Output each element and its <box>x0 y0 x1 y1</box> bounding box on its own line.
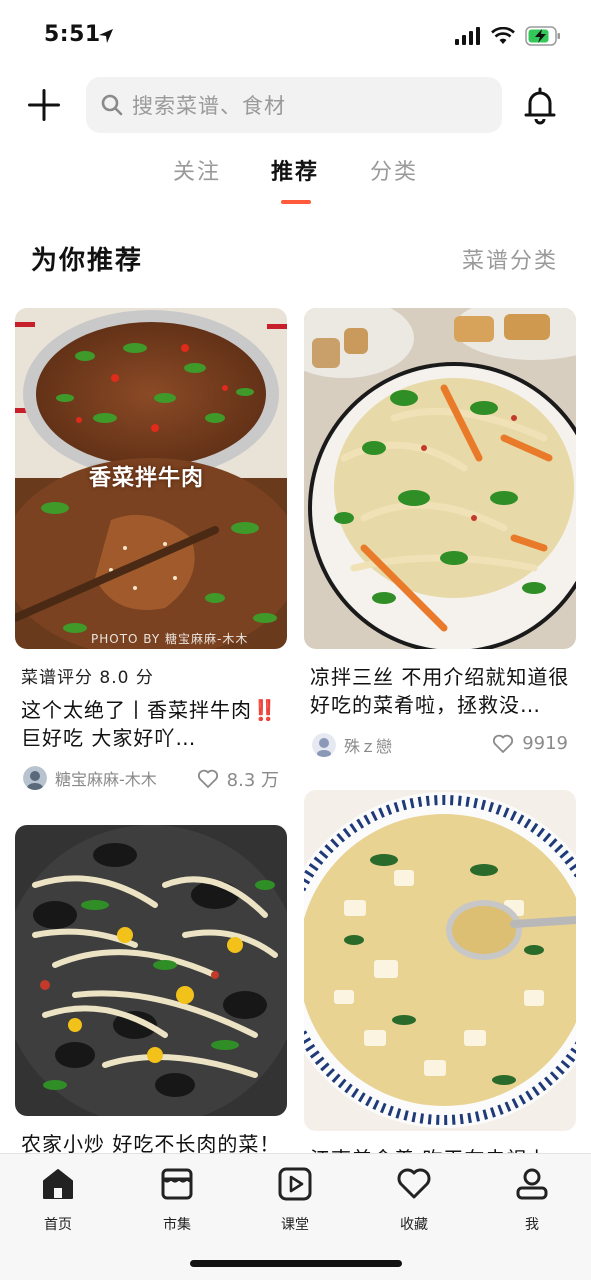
recipe-meta: 糖宝麻麻-木木 8.3 万 <box>23 764 287 792</box>
status-bar: 5:51 <box>0 0 591 70</box>
author-avatar[interactable] <box>312 733 336 757</box>
section-title: 为你推荐 <box>31 246 144 276</box>
play-icon <box>278 1167 312 1201</box>
heart-icon <box>397 1168 431 1199</box>
recipe-card[interactable]: 农家小炒 好吃不长肉的菜！ <box>15 825 287 1158</box>
tab-follow[interactable]: 关注 <box>173 154 221 186</box>
search-placeholder: 搜索菜谱、食材 <box>132 94 286 118</box>
author-name[interactable]: 糖宝麻麻-木木 <box>55 766 157 790</box>
add-button[interactable] <box>26 87 62 123</box>
search-icon <box>101 94 123 116</box>
wifi-icon <box>491 27 515 44</box>
author-avatar[interactable] <box>23 766 47 790</box>
nav-label: 课堂 <box>281 1217 309 1233</box>
like-count[interactable]: 8.3 万 <box>197 766 279 792</box>
like-count[interactable]: 9919 <box>492 733 568 754</box>
nav-label: 首页 <box>44 1217 72 1233</box>
recipe-card[interactable]: 香菜拌牛肉 PHOTO BY 糖宝麻麻-木木 菜谱评分 8.0 分 这个太绝了丨… <box>15 308 287 792</box>
recipe-image <box>15 825 287 1116</box>
recipe-category-link[interactable]: 菜谱分类 <box>462 243 558 275</box>
status-time: 5:51 <box>44 22 101 47</box>
recipe-card[interactable]: 凉拌三丝 不用介绍就知道很好吃的菜肴啦，拯救没… 殊ｚ戀 9919 <box>304 308 576 759</box>
header: 搜索菜谱、食材 <box>0 77 591 133</box>
tab-recommend[interactable]: 推荐 <box>271 154 319 186</box>
like-count-value: 9919 <box>522 733 568 754</box>
heart-icon <box>493 734 514 753</box>
notification-bell-button[interactable] <box>521 85 559 125</box>
recipe-image: 香菜拌牛肉 PHOTO BY 糖宝麻麻-木木 <box>15 308 287 649</box>
like-count-value: 8.3 万 <box>226 770 279 791</box>
recipe-title: 这个太绝了丨香菜拌牛肉‼️巨好吃 大家好吖… <box>21 698 278 750</box>
image-watermark: PHOTO BY 糖宝麻麻-木木 <box>91 632 249 646</box>
recipe-image <box>304 790 576 1131</box>
nav-label: 市集 <box>163 1217 191 1233</box>
nav-profile[interactable]: 我 <box>487 1166 577 1234</box>
user-icon <box>516 1168 548 1200</box>
nav-favorites[interactable]: 收藏 <box>369 1166 459 1234</box>
active-tab-indicator <box>281 200 311 204</box>
location-arrow-icon <box>99 29 113 43</box>
heart-icon <box>197 769 218 788</box>
image-caption: 香菜拌牛肉 <box>89 465 205 491</box>
battery-charging-icon <box>525 26 560 46</box>
home-icon <box>43 1169 73 1199</box>
home-indicator <box>190 1260 402 1267</box>
recipe-meta: 殊ｚ戀 9919 <box>312 731 576 759</box>
nav-label: 收藏 <box>400 1217 428 1233</box>
recipe-title: 凉拌三丝 不用介绍就知道很好吃的菜肴啦，拯救没… <box>310 665 570 717</box>
nav-classroom[interactable]: 课堂 <box>250 1166 340 1234</box>
market-icon <box>161 1168 193 1200</box>
nav-market[interactable]: 市集 <box>132 1166 222 1234</box>
top-tabs: 关注 推荐 分类 <box>0 154 591 210</box>
tab-category[interactable]: 分类 <box>370 154 418 186</box>
nav-label: 我 <box>525 1217 539 1233</box>
author-name[interactable]: 殊ｚ戀 <box>344 733 392 757</box>
recipe-score: 菜谱评分 8.0 分 <box>21 668 154 688</box>
recipe-image <box>304 308 576 649</box>
recipe-card[interactable]: 江南美食羹 昨天在电视上 <box>304 790 576 1173</box>
search-bar[interactable]: 搜索菜谱、食材 <box>86 77 502 133</box>
cellular-signal-icon <box>455 27 480 45</box>
nav-home[interactable]: 首页 <box>13 1166 103 1234</box>
